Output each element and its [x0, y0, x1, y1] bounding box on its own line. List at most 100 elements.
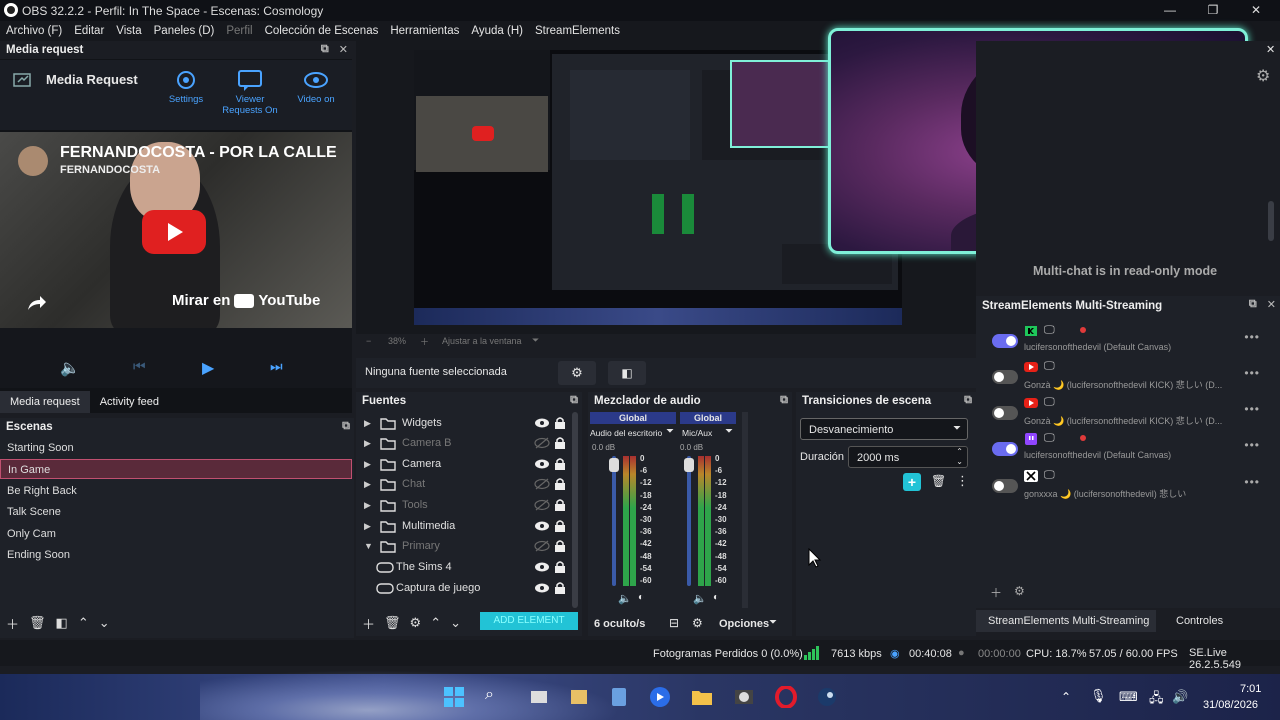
keyboard-icon[interactable]: ⌨: [1119, 689, 1138, 705]
source-down-icon[interactable]: ⌄: [450, 615, 461, 631]
tab-controles[interactable]: Controles: [1170, 610, 1223, 632]
fader-2-handle[interactable]: [684, 458, 694, 472]
network-icon[interactable]: 🖧: [1149, 689, 1164, 711]
source-item[interactable]: ▼ Primary: [358, 536, 574, 556]
tray-chevron-icon[interactable]: ⌃: [1061, 690, 1071, 704]
eye-icon[interactable]: [534, 560, 550, 574]
more-options-icon[interactable]: •••: [1244, 475, 1260, 489]
source-properties-gear-icon[interactable]: ⚙: [558, 361, 596, 385]
remove-source-icon[interactable]: 🗑: [384, 615, 401, 631]
tab-media-request[interactable]: Media request: [0, 391, 90, 413]
mic-icon[interactable]: 🎙: [1090, 688, 1107, 704]
collapse-icon[interactable]: ▼: [364, 541, 373, 551]
youtube-play-icon[interactable]: [142, 210, 206, 254]
transition-select[interactable]: Desvanecimiento ⏷: [800, 418, 968, 440]
lock-icon[interactable]: [554, 477, 566, 491]
eye-hidden-icon[interactable]: [534, 436, 550, 450]
viewer-requests-button[interactable]: Viewer Requests On: [220, 68, 280, 116]
lock-icon[interactable]: [554, 560, 566, 574]
mixer-float-icon[interactable]: ⧉: [780, 394, 788, 407]
volume-tray-icon[interactable]: 🔊: [1172, 689, 1188, 705]
calculator-icon[interactable]: [608, 686, 630, 708]
close-dock-icon[interactable]: ✕: [339, 43, 348, 56]
mute-2-icon[interactable]: 🔈: [693, 592, 707, 605]
close-icon[interactable]: ✕: [1246, 2, 1266, 18]
menu-vista[interactable]: Vista: [110, 25, 147, 37]
video-on-button[interactable]: Video on: [286, 68, 346, 105]
minimize-icon[interactable]: —: [1160, 2, 1180, 18]
float-icon[interactable]: ⧉: [321, 43, 329, 56]
source-item[interactable]: ▶ Camera B: [358, 433, 574, 453]
multistream-add-icon[interactable]: ＋: [990, 584, 1002, 601]
expand-icon[interactable]: ▶: [364, 438, 371, 449]
video-title[interactable]: FERNANDOCOSTA - POR LA CALLE: [60, 144, 337, 162]
mixer-options[interactable]: Opciones: [719, 618, 769, 630]
file-app-icon[interactable]: [568, 686, 590, 708]
remove-scene-icon[interactable]: 🗑: [29, 615, 46, 631]
menu-archivo[interactable]: Archivo (F): [0, 25, 68, 37]
source-item[interactable]: ▶ Camera: [358, 454, 574, 474]
multistream-gear-icon[interactable]: ⚙: [1014, 584, 1025, 598]
menu-streamelements[interactable]: StreamElements: [529, 25, 626, 37]
source-item[interactable]: ▶ Multimedia: [358, 516, 574, 536]
expand-icon[interactable]: ▶: [364, 418, 371, 429]
scene-item[interactable]: Starting Soon: [0, 438, 352, 458]
source-item[interactable]: Captura de juego: [358, 578, 574, 598]
stream-toggle[interactable]: [992, 406, 1018, 420]
monitor-1-icon[interactable]: ◐: [638, 592, 644, 603]
play-icon[interactable]: ▶: [202, 358, 214, 378]
eye-icon[interactable]: [534, 581, 550, 595]
eye-hidden-icon[interactable]: [534, 539, 550, 553]
monitor-2-icon[interactable]: ◐: [713, 592, 719, 603]
source-item[interactable]: ▶ Tools: [358, 495, 574, 515]
zoom-out-icon[interactable]: −: [366, 336, 371, 346]
expand-icon[interactable]: ▶: [364, 500, 371, 511]
fader-1-track[interactable]: [612, 456, 616, 586]
lock-icon[interactable]: [554, 519, 566, 533]
lock-icon[interactable]: [554, 436, 566, 450]
source-item[interactable]: ▶ Chat: [358, 474, 574, 494]
expand-icon[interactable]: ▶: [364, 459, 371, 470]
eye-hidden-icon[interactable]: [534, 477, 550, 491]
multistream-float-icon[interactable]: ⧉: [1249, 298, 1257, 311]
fader-2-track[interactable]: [687, 456, 691, 586]
mixer-channel-2-dropdown-icon[interactable]: ⏷: [725, 426, 733, 437]
video-player[interactable]: FERNANDOCOSTA - POR LA CALLE FERNANDOCOS…: [0, 132, 352, 328]
windows-start-icon[interactable]: [443, 686, 465, 708]
stream-toggle[interactable]: [992, 442, 1018, 456]
lock-icon[interactable]: [554, 457, 566, 471]
scene-item[interactable]: Talk Scene: [0, 502, 352, 522]
menu-ayuda[interactable]: Ayuda (H): [465, 25, 529, 37]
chat-close-icon[interactable]: ✕: [1266, 43, 1275, 56]
obs-taskbar-icon[interactable]: [733, 686, 755, 708]
source-filters-icon[interactable]: ◧: [608, 361, 646, 385]
tab-multistreaming[interactable]: StreamElements Multi-Streaming: [976, 610, 1156, 632]
duration-up-icon[interactable]: ⌃: [956, 447, 963, 456]
next-icon[interactable]: ⏭: [270, 358, 283, 375]
tab-activity-feed[interactable]: Activity feed: [90, 391, 169, 413]
file-explorer-icon[interactable]: [691, 686, 713, 708]
more-options-icon[interactable]: •••: [1244, 366, 1260, 380]
stream-toggle[interactable]: [992, 370, 1018, 384]
scene-item[interactable]: Be Right Back: [0, 481, 352, 501]
chat-scrollbar[interactable]: [1268, 201, 1274, 241]
more-options-icon[interactable]: •••: [1244, 438, 1260, 452]
add-scene-icon[interactable]: ＋: [6, 614, 19, 633]
mixer-channel-1-name[interactable]: Audio del escritorio: [590, 428, 662, 438]
eye-icon[interactable]: [534, 519, 550, 533]
zoom-in-icon[interactable]: ＋: [420, 335, 429, 348]
clock-date[interactable]: 31/08/2026: [1203, 699, 1258, 711]
move-up-icon[interactable]: ⌃: [78, 615, 89, 631]
chat-app-icon[interactable]: [649, 686, 671, 708]
scene-item[interactable]: Ending Soon: [0, 545, 352, 565]
duration-input[interactable]: 2000 ms ⌃ ⌄: [848, 446, 968, 468]
task-view-icon[interactable]: [528, 686, 550, 708]
transition-more-icon[interactable]: ⋮: [956, 473, 969, 489]
stream-toggle[interactable]: [992, 334, 1018, 348]
fader-1-handle[interactable]: [609, 458, 619, 472]
scene-item-selected[interactable]: In Game: [0, 459, 352, 479]
add-source-icon[interactable]: ＋: [362, 614, 375, 633]
fit-window[interactable]: Ajustar a la ventana: [442, 336, 522, 346]
mixer-layout-icon[interactable]: ⊟: [669, 616, 679, 630]
share-icon[interactable]: [24, 292, 48, 314]
